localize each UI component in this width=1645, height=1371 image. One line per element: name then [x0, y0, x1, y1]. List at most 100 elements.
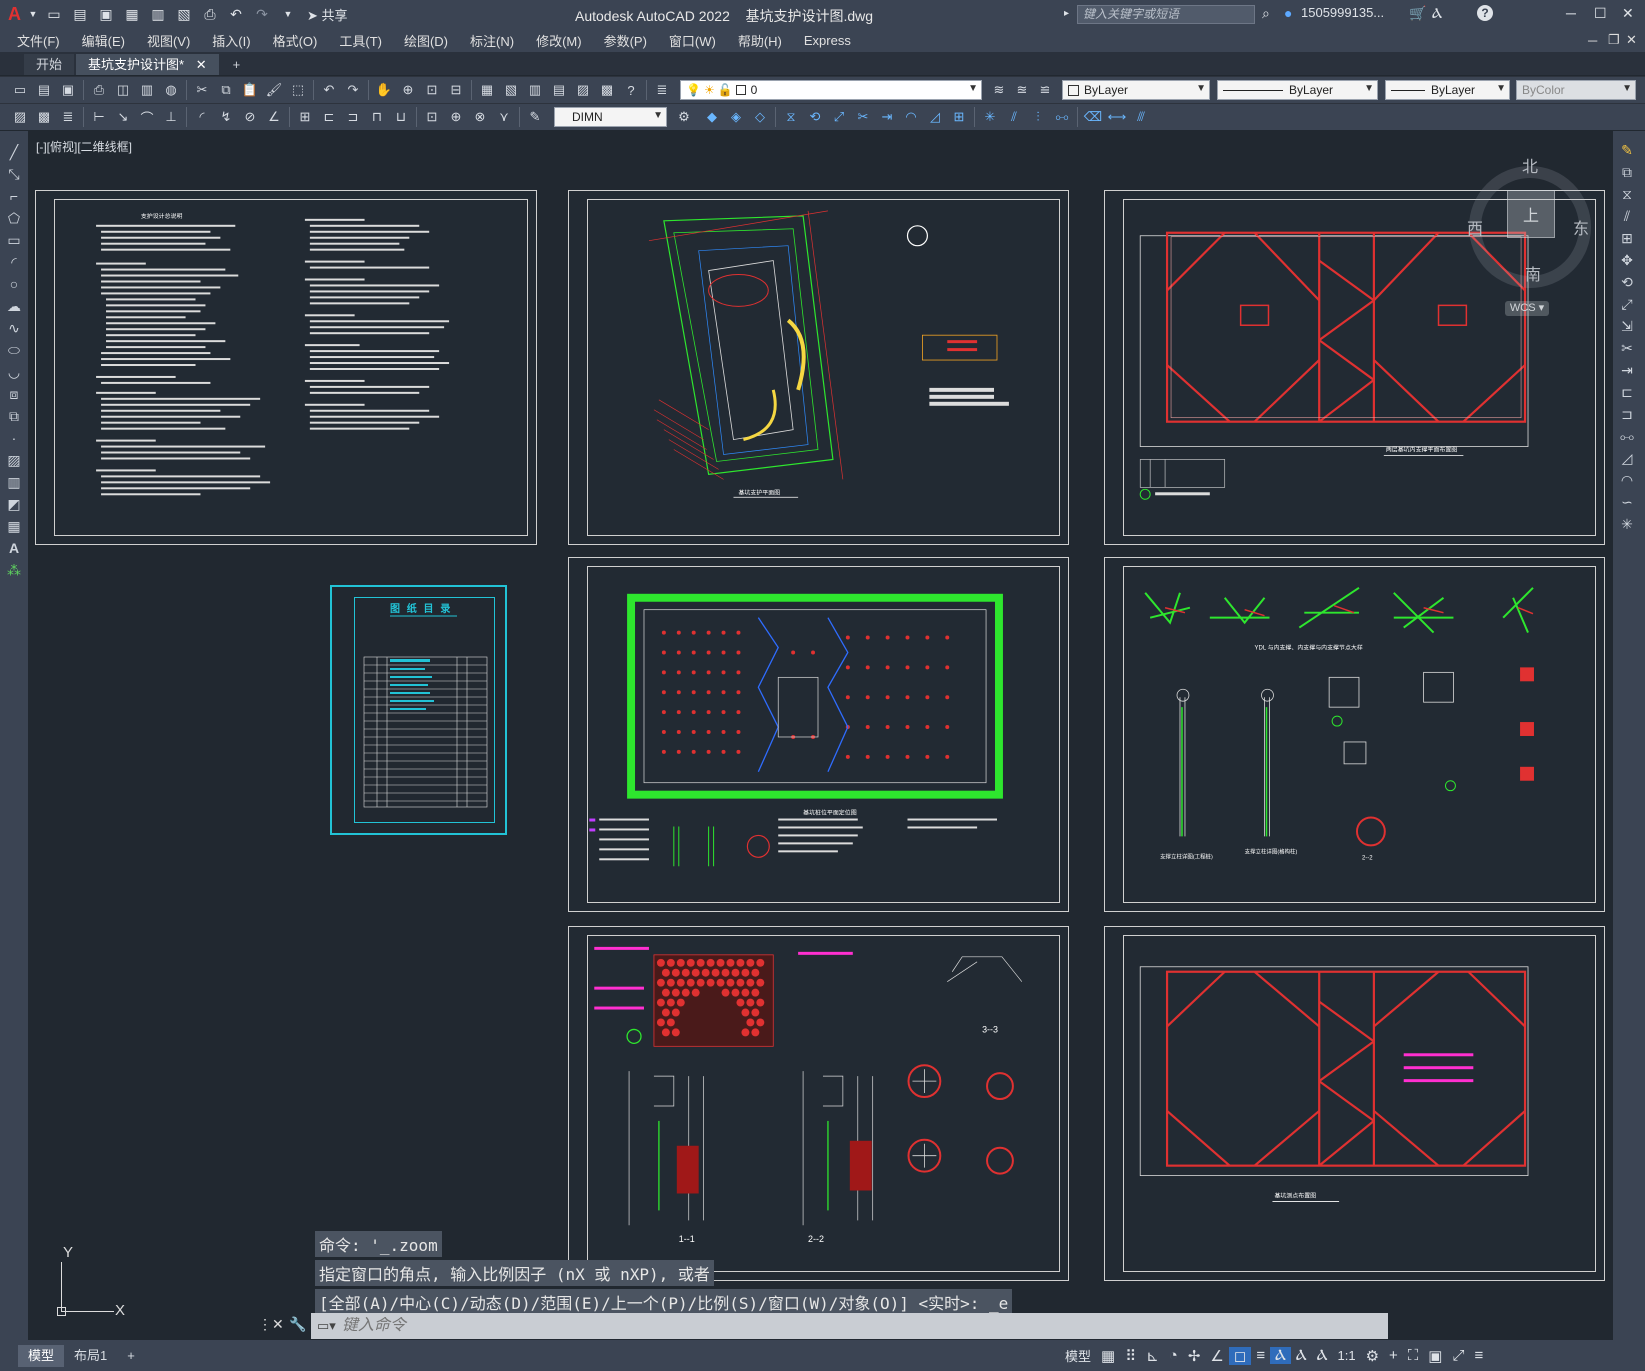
- arc-length-icon[interactable]: ⌒: [137, 108, 157, 127]
- publish-plot-icon[interactable]: ▥: [137, 81, 157, 100]
- region-icon[interactable]: ◩: [0, 493, 28, 515]
- cart-icon[interactable]: 🛒: [1409, 5, 1426, 22]
- spline-icon[interactable]: ∿: [0, 317, 28, 339]
- plotstyle-dropdown[interactable]: ByColor ▼: [1516, 80, 1636, 100]
- gradient-icon[interactable]: ▥: [0, 471, 28, 493]
- preview-icon[interactable]: ◫: [113, 81, 133, 100]
- qnew-icon[interactable]: ▭: [10, 81, 30, 100]
- publish-icon[interactable]: ▥: [148, 5, 168, 23]
- save-file-icon[interactable]: ▣: [58, 81, 78, 100]
- layer-iso-icon[interactable]: ≣: [58, 108, 78, 127]
- model-space-button[interactable]: 模型: [1060, 1346, 1096, 1365]
- radius-dim-icon[interactable]: ◜: [192, 108, 212, 127]
- erase-tool-icon[interactable]: ✎: [1613, 139, 1641, 161]
- redo-tool-icon[interactable]: ↷: [343, 81, 363, 100]
- command-input[interactable]: [341, 1317, 1242, 1335]
- explode-icon[interactable]: ✳: [980, 107, 1000, 126]
- inspect-icon[interactable]: ⊗: [470, 108, 490, 127]
- command-line[interactable]: ▭▾: [311, 1313, 1388, 1339]
- copy-icon[interactable]: ⧉: [216, 81, 236, 100]
- help-icon[interactable]: ?: [1477, 5, 1493, 21]
- snap-icon[interactable]: ⠿: [1120, 1347, 1141, 1365]
- layer-previous-icon[interactable]: ≊: [1012, 81, 1032, 100]
- ellipse-arc-icon[interactable]: ◡: [0, 361, 28, 383]
- undo-tool-icon[interactable]: ↶: [319, 81, 339, 100]
- make-block-icon[interactable]: ⧉: [0, 405, 28, 427]
- customize-icon[interactable]: ▼: [278, 5, 298, 23]
- viewcube[interactable]: 北 西 东 南 上 WCS ▾: [1467, 153, 1597, 316]
- minimize-icon[interactable]: ─: [1566, 5, 1576, 21]
- lineweight-icon[interactable]: ≡: [1251, 1347, 1270, 1364]
- menu-edit[interactable]: 编辑(E): [71, 31, 136, 50]
- tab-close-icon[interactable]: ✕: [196, 57, 207, 72]
- construction-line-icon[interactable]: ⤡: [0, 163, 28, 185]
- new-icon[interactable]: ▭: [44, 5, 64, 23]
- customize-status-icon[interactable]: ≡: [1470, 1347, 1489, 1364]
- center-mark-icon[interactable]: ⊕: [446, 108, 466, 127]
- share-button[interactable]: ➤ 共享: [307, 5, 348, 24]
- close-icon[interactable]: ✕: [1622, 5, 1634, 22]
- block-icon[interactable]: ▩: [34, 108, 54, 127]
- grid-icon[interactable]: ▦: [1096, 1347, 1120, 1365]
- chamfer-icon[interactable]: ◿: [925, 107, 945, 126]
- continue-icon[interactable]: ⊐: [343, 108, 363, 127]
- point-icon[interactable]: ·: [0, 427, 28, 449]
- zoom-window-icon[interactable]: ⊡: [422, 81, 442, 100]
- break-tool-icon[interactable]: ⊐: [1613, 403, 1641, 425]
- ordinate-icon[interactable]: ⊥: [161, 108, 181, 127]
- move-icon[interactable]: ◆: [702, 107, 722, 126]
- baseline-icon[interactable]: ⊏: [319, 108, 339, 127]
- fillet-tool-icon[interactable]: ◠: [1613, 469, 1641, 491]
- doc-minimize-icon[interactable]: ─: [1588, 33, 1597, 48]
- menu-modify[interactable]: 修改(M): [525, 31, 593, 50]
- tab-model[interactable]: 模型: [18, 1344, 65, 1367]
- command-line-close-icon[interactable]: ⋮✕: [258, 1316, 284, 1333]
- trim-tool-icon[interactable]: ✂: [1613, 337, 1641, 359]
- array-tool-icon[interactable]: ⊞: [1613, 227, 1641, 249]
- lengthen-icon[interactable]: ⟷: [1107, 107, 1127, 126]
- ortho-icon[interactable]: ⊾: [1141, 1347, 1164, 1365]
- open-icon[interactable]: ▤: [70, 5, 90, 23]
- explode-tool-icon[interactable]: ✳: [1613, 513, 1641, 535]
- circle-icon[interactable]: ○: [0, 273, 28, 295]
- linear-dim-icon[interactable]: ⊢: [89, 108, 109, 127]
- add-selected-icon[interactable]: ⁂: [0, 559, 28, 581]
- calc-icon[interactable]: ▩: [597, 81, 617, 100]
- space-icon[interactable]: ⊓: [367, 108, 387, 127]
- offset-tool-icon[interactable]: ⫽: [1613, 205, 1641, 227]
- app-logo[interactable]: A: [8, 4, 21, 25]
- extend-icon[interactable]: ⇥: [877, 107, 897, 126]
- design-center-icon[interactable]: ▧: [501, 81, 521, 100]
- osnap-icon[interactable]: ◻: [1228, 1346, 1252, 1365]
- dim-style-mgr-icon[interactable]: ⚙: [674, 108, 694, 127]
- annotation-autoscale-icon[interactable]: Ⲁ: [1312, 1347, 1333, 1364]
- markup-icon[interactable]: ▨: [573, 81, 593, 100]
- cut-icon[interactable]: ✂: [192, 81, 212, 100]
- tolerance-icon[interactable]: ⊡: [422, 108, 442, 127]
- isodraft-icon[interactable]: ✢: [1183, 1347, 1206, 1365]
- annotation-scale-icon[interactable]: Ⲁ: [1291, 1347, 1312, 1364]
- fullscreen-icon[interactable]: ⤢: [1447, 1347, 1469, 1364]
- revcloud-icon[interactable]: ☁: [0, 295, 28, 317]
- array-icon[interactable]: ⊞: [949, 107, 969, 126]
- menu-file[interactable]: 文件(F): [6, 31, 71, 50]
- jogged-icon[interactable]: ↯: [216, 108, 236, 127]
- doc-close-icon[interactable]: ✕: [1626, 32, 1637, 48]
- break-point-icon[interactable]: ⊏: [1613, 381, 1641, 403]
- 3d-dwf-icon[interactable]: ◍: [161, 81, 181, 100]
- polyline-icon[interactable]: ⌐: [0, 185, 28, 207]
- add-layout-icon[interactable]: +: [117, 1345, 145, 1367]
- menu-help[interactable]: 帮助(H): [727, 31, 793, 50]
- dimstyle-dropdown[interactable]: DIMN ▼: [554, 107, 667, 127]
- units-icon[interactable]: ⛶: [1403, 1347, 1424, 1364]
- save-icon[interactable]: ▣: [96, 5, 116, 23]
- menu-window[interactable]: 窗口(W): [658, 31, 727, 50]
- arc-icon[interactable]: ◜: [0, 251, 28, 273]
- join-tool-icon[interactable]: ⧟: [1613, 425, 1641, 447]
- insert-block-icon[interactable]: ⧈: [0, 383, 28, 405]
- menu-parametric[interactable]: 参数(P): [593, 31, 658, 50]
- tab-drawing[interactable]: 基坑支护设计图* ✕: [76, 54, 219, 75]
- workspace-gear-icon[interactable]: ⚙: [1361, 1347, 1384, 1365]
- user-icon[interactable]: ●: [1284, 5, 1292, 21]
- otrack-icon[interactable]: ∠: [1205, 1347, 1228, 1365]
